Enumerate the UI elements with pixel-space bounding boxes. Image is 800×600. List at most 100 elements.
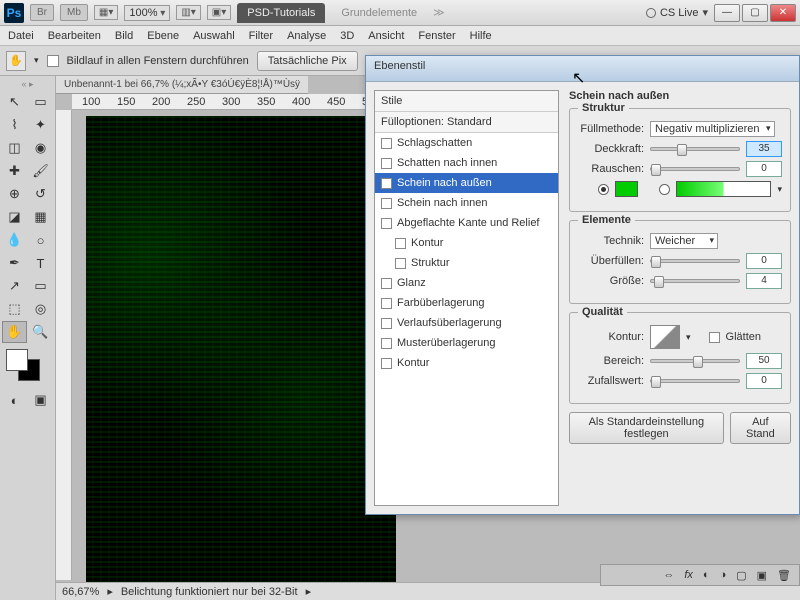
link-icon[interactable]: ⇔: [663, 569, 674, 581]
move-tool[interactable]: ↖: [2, 91, 27, 113]
make-default-button[interactable]: Als Standardeinstellung festlegen: [569, 412, 724, 444]
menu-datei[interactable]: Datei: [8, 30, 34, 42]
eyedropper-tool[interactable]: ◉: [28, 137, 53, 159]
style-schein-aussen[interactable]: Schein nach außen: [375, 173, 558, 193]
minibridge-button[interactable]: Mb: [60, 4, 88, 21]
opacity-field[interactable]: 35: [746, 141, 782, 157]
noise-slider[interactable]: [650, 167, 740, 171]
adjust-icon[interactable]: ◑: [720, 569, 727, 581]
style-glanz[interactable]: Glanz: [375, 273, 558, 293]
zoom-select[interactable]: 100% ▾: [124, 5, 170, 21]
style-kontur[interactable]: Kontur: [375, 353, 558, 373]
style-muster[interactable]: Musterüberlagerung: [375, 333, 558, 353]
3d-tool[interactable]: ⬚: [2, 298, 27, 320]
contour-picker[interactable]: [650, 325, 680, 349]
menu-bearbeiten[interactable]: Bearbeiten: [48, 30, 101, 42]
hand-tool-icon[interactable]: ✋: [6, 51, 26, 71]
more-icon[interactable]: ≫: [433, 6, 445, 19]
bridge-button[interactable]: Br: [30, 4, 54, 21]
fill-options-header[interactable]: Fülloptionen: Standard: [375, 112, 558, 133]
brush-tool[interactable]: 🖌: [28, 160, 53, 182]
menu-ansicht[interactable]: Ansicht: [368, 30, 404, 42]
screen-mode-icon[interactable]: ▣▾: [207, 5, 231, 20]
blend-mode-select[interactable]: Negativ multiplizieren: [650, 121, 775, 137]
jitter-field[interactable]: 0: [746, 373, 782, 389]
cslive-button[interactable]: CS Live ▾: [646, 6, 708, 19]
type-tool[interactable]: T: [28, 252, 53, 274]
spread-slider[interactable]: [650, 259, 740, 263]
fx-icon[interactable]: fx: [684, 569, 693, 581]
pen-tool[interactable]: ✒: [2, 252, 27, 274]
marquee-tool[interactable]: ▭: [28, 91, 53, 113]
menu-auswahl[interactable]: Auswahl: [193, 30, 235, 42]
workspace-tab[interactable]: Grundelemente: [331, 3, 427, 23]
minimize-button[interactable]: —: [714, 4, 740, 22]
noise-field[interactable]: 0: [746, 161, 782, 177]
new-layer-icon[interactable]: ▣: [757, 569, 767, 582]
color-radio[interactable]: [598, 184, 609, 195]
document-tab[interactable]: Unbenannt-1 bei 66,7% (¼;xÃ•Y €3óÚ€ÿÈ8¦!…: [56, 76, 308, 94]
crop-tool[interactable]: ◫: [2, 137, 27, 159]
style-verlauf[interactable]: Verlaufsüberlagerung: [375, 313, 558, 333]
menu-filter[interactable]: Filter: [249, 30, 273, 42]
canvas[interactable]: [86, 116, 396, 586]
close-button[interactable]: ✕: [770, 4, 796, 22]
dodge-tool[interactable]: ○: [28, 229, 53, 251]
mask-icon[interactable]: ◐: [703, 569, 710, 581]
opacity-slider[interactable]: [650, 147, 740, 151]
range-slider[interactable]: [650, 359, 740, 363]
spread-field[interactable]: 0: [746, 253, 782, 269]
3d-camera-tool[interactable]: ◎: [28, 298, 53, 320]
folder-icon[interactable]: ▢: [736, 569, 746, 582]
healing-tool[interactable]: ✚: [2, 160, 27, 182]
actual-pixels-button[interactable]: Tatsächliche Pix: [257, 51, 358, 71]
path-tool[interactable]: ↗: [2, 275, 27, 297]
style-bevel-struktur[interactable]: Struktur: [375, 253, 558, 273]
range-field[interactable]: 50: [746, 353, 782, 369]
scroll-all-checkbox[interactable]: [47, 55, 59, 67]
glow-color[interactable]: [615, 181, 638, 197]
zoom-level[interactable]: 66,67%: [62, 586, 99, 598]
color-swatches[interactable]: [2, 349, 53, 385]
size-slider[interactable]: [650, 279, 740, 283]
eraser-tool[interactable]: ◪: [2, 206, 27, 228]
technique-select[interactable]: Weicher: [650, 233, 718, 249]
hand-tool[interactable]: ✋: [2, 321, 27, 343]
menu-bild[interactable]: Bild: [115, 30, 133, 42]
view-menu-icon[interactable]: ▦▾: [94, 5, 118, 20]
blur-tool[interactable]: 💧: [2, 229, 27, 251]
stamp-tool[interactable]: ⊕: [2, 183, 27, 205]
wand-tool[interactable]: ✦: [28, 114, 53, 136]
size-field[interactable]: 4: [746, 273, 782, 289]
menu-analyse[interactable]: Analyse: [287, 30, 326, 42]
jitter-slider[interactable]: [650, 379, 740, 383]
screenmode-icon[interactable]: ▣: [28, 389, 53, 411]
maximize-button[interactable]: ▢: [742, 4, 768, 22]
arrange-icon[interactable]: ▥▾: [176, 5, 200, 20]
style-schatten-innen[interactable]: Schatten nach innen: [375, 153, 558, 173]
menubar: Datei Bearbeiten Bild Ebene Auswahl Filt…: [0, 26, 800, 46]
shape-tool[interactable]: ▭: [28, 275, 53, 297]
menu-ebene[interactable]: Ebene: [147, 30, 179, 42]
history-brush-tool[interactable]: ↺: [28, 183, 53, 205]
glow-gradient[interactable]: [676, 181, 772, 197]
gradient-radio[interactable]: [659, 184, 670, 195]
menu-hilfe[interactable]: Hilfe: [470, 30, 492, 42]
workspace-tab-active[interactable]: PSD-Tutorials: [237, 3, 325, 23]
style-schlagschatten[interactable]: Schlagschatten: [375, 133, 558, 153]
foreground-color[interactable]: [6, 349, 28, 371]
reset-default-button[interactable]: Auf Stand: [730, 412, 791, 444]
style-schein-innen[interactable]: Schein nach innen: [375, 193, 558, 213]
style-farbueberlagerung[interactable]: Farbüberlagerung: [375, 293, 558, 313]
menu-fenster[interactable]: Fenster: [418, 30, 455, 42]
menu-3d[interactable]: 3D: [340, 30, 354, 42]
trash-icon[interactable]: 🗑: [777, 569, 791, 582]
lasso-tool[interactable]: ⌇: [2, 114, 27, 136]
zoom-tool[interactable]: 🔍: [28, 321, 53, 343]
style-bevel-kontur[interactable]: Kontur: [375, 233, 558, 253]
style-bevel[interactable]: Abgeflachte Kante und Relief: [375, 213, 558, 233]
antialias-checkbox[interactable]: [709, 332, 720, 343]
styles-header[interactable]: Stile: [375, 91, 558, 112]
quickmask-icon[interactable]: ◐: [2, 389, 27, 411]
gradient-tool[interactable]: ▦: [28, 206, 53, 228]
